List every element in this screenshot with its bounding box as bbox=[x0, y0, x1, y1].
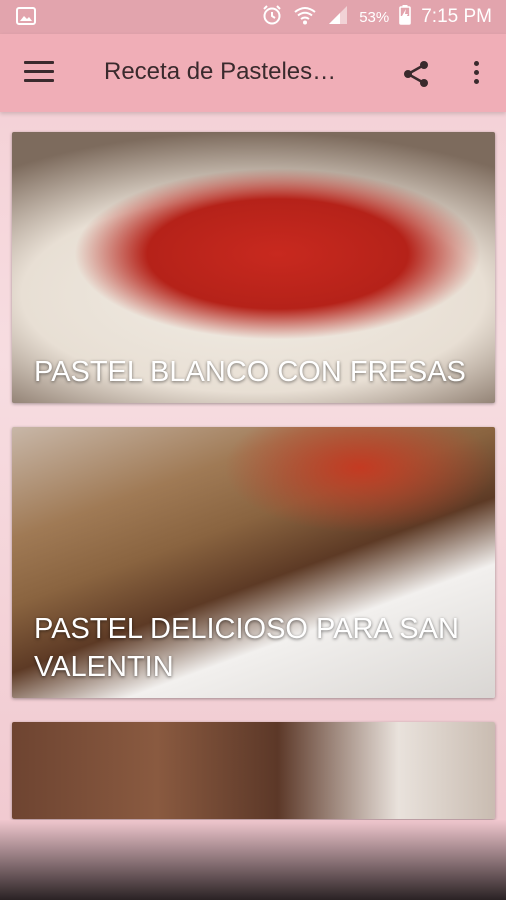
recipe-card[interactable]: PASTEL BLANCO CON FRESAS bbox=[12, 132, 495, 403]
recipe-card[interactable] bbox=[12, 722, 495, 819]
signal-icon bbox=[327, 5, 349, 30]
bottom-scrim bbox=[0, 820, 506, 900]
recipe-card-title: PASTEL DELICIOSO PARA SAN VALENTIN bbox=[34, 613, 459, 683]
alarm-icon bbox=[261, 4, 283, 31]
more-vert-icon[interactable] bbox=[466, 58, 486, 90]
recipe-card-title: PASTEL BLANCO CON FRESAS bbox=[34, 356, 466, 388]
wifi-icon bbox=[293, 5, 317, 30]
clock: 7:15 PM bbox=[421, 6, 492, 27]
image-icon bbox=[16, 7, 36, 25]
share-icon[interactable] bbox=[400, 58, 432, 90]
recipe-card[interactable]: PASTEL DELICIOSO PARA SAN VALENTIN bbox=[12, 427, 495, 698]
menu-icon[interactable] bbox=[24, 61, 54, 85]
app-title: Receta de Pasteles… bbox=[104, 58, 337, 85]
status-bar: 53% 7:15 PM bbox=[0, 0, 506, 34]
battery-charging-icon bbox=[399, 4, 412, 30]
app-bar: Receta de Pasteles… bbox=[0, 34, 506, 112]
battery-percent: 53% bbox=[359, 8, 390, 26]
